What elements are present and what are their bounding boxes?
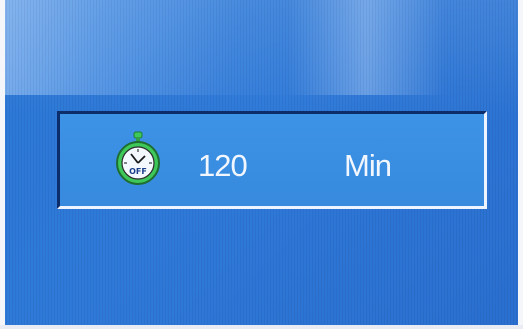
monitor-screen: OFF 120 Min [0,0,523,329]
sleep-timer-osd-panel: OFF 120 Min [57,111,487,209]
sleep-timer-value: 120 [198,148,248,183]
monitor-bezel-bottom [0,325,523,329]
sleep-timer-unit: Min [344,148,392,183]
timer-icon-label: OFF [129,167,147,176]
monitor-bezel-left [0,0,5,329]
monitor-bezel-right [518,0,523,329]
sleep-timer-icon: OFF [116,131,160,185]
